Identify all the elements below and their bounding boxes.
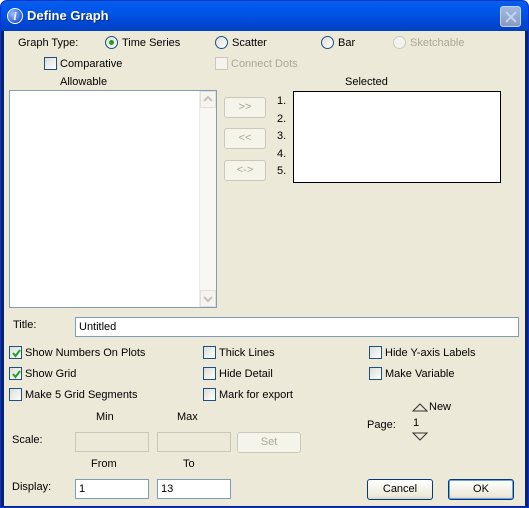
ok-button[interactable]: OK [448, 479, 514, 500]
connect-dots-label: Connect Dots [231, 58, 298, 70]
comparative-checkbox[interactable] [44, 57, 57, 70]
chevron-down-icon [203, 296, 213, 303]
radio-time-series-label: Time Series [122, 37, 181, 49]
define-graph-dialog: i Define Graph Graph Type: Time Series S… [0, 0, 529, 508]
radio-scatter-label: Scatter [232, 37, 267, 49]
connect-dots-checkbox[interactable] [215, 57, 228, 70]
title-field-label: Title: [13, 319, 37, 331]
show-numbers-checkbox[interactable] [9, 346, 22, 359]
hide-detail-label: Hide Detail [219, 368, 273, 380]
comparative-label: Comparative [60, 58, 123, 70]
scroll-up-button[interactable] [200, 91, 216, 108]
display-from-label: From [91, 458, 117, 470]
mark-for-export-checkbox[interactable] [203, 388, 216, 401]
selected-number-3: 3. [277, 130, 287, 142]
title-bar[interactable]: i Define Graph [1, 1, 528, 31]
info-icon: i [7, 8, 23, 24]
scale-label: Scale: [12, 434, 43, 446]
display-label: Display: [12, 481, 52, 493]
allowable-label: Allowable [60, 76, 108, 88]
radio-bar[interactable] [321, 36, 334, 49]
show-grid-checkbox[interactable] [9, 367, 22, 380]
cancel-button[interactable]: Cancel [367, 479, 433, 500]
thick-lines-label: Thick Lines [219, 347, 275, 359]
dialog-body: Graph Type: Time Series Scatter Bar Sket… [4, 31, 525, 506]
five-grid-segments-label: Make 5 Grid Segments [25, 389, 138, 401]
graph-type-label: Graph Type: [18, 37, 79, 49]
title-input[interactable]: Untitled [75, 317, 519, 337]
radio-scatter[interactable] [215, 36, 228, 49]
close-icon [505, 11, 517, 23]
scale-min-label: Min [96, 411, 114, 423]
show-numbers-label: Show Numbers On Plots [25, 347, 146, 359]
hide-y-axis-labels-label: Hide Y-axis Labels [385, 347, 476, 359]
checkmark-icon [12, 370, 21, 379]
make-variable-label: Make Variable [385, 368, 455, 380]
page-label: Page: [367, 419, 396, 431]
hide-y-axis-labels-checkbox[interactable] [369, 346, 382, 359]
add-selected-button[interactable]: >> [224, 97, 266, 118]
display-to-input[interactable]: 13 [157, 479, 231, 499]
selected-number-2: 2. [277, 113, 287, 125]
five-grid-segments-checkbox[interactable] [9, 388, 22, 401]
scale-min-input[interactable] [75, 432, 149, 452]
radio-bar-label: Bar [338, 37, 356, 49]
scale-max-label: Max [177, 411, 198, 423]
page-down-button[interactable] [411, 432, 429, 444]
radio-sketchable[interactable] [393, 36, 406, 49]
thick-lines-checkbox[interactable] [203, 346, 216, 359]
radio-sketchable-label: Sketchable [410, 37, 465, 49]
selected-number-5: 5. [277, 165, 287, 177]
window-title: Define Graph [27, 8, 109, 23]
page-number: 1 [413, 417, 420, 429]
remove-selected-button[interactable]: << [224, 128, 266, 149]
scroll-down-button[interactable] [200, 290, 216, 307]
mark-for-export-label: Mark for export [219, 389, 293, 401]
allowable-scrollbar[interactable] [199, 91, 216, 307]
selected-number-4: 4. [277, 148, 287, 160]
page-up-button[interactable] [411, 403, 429, 415]
triangle-down-icon [411, 432, 429, 441]
selected-number-1: 1. [277, 95, 287, 107]
hide-detail-checkbox[interactable] [203, 367, 216, 380]
display-to-label: To [183, 458, 195, 470]
triangle-up-icon [411, 403, 429, 412]
close-button[interactable] [500, 6, 521, 27]
allowable-list[interactable] [9, 90, 217, 308]
selected-list[interactable] [293, 91, 501, 183]
page-new-label: New [429, 401, 452, 413]
radio-time-series[interactable] [105, 36, 118, 49]
make-variable-checkbox[interactable] [369, 367, 382, 380]
swap-selected-button[interactable]: <-> [224, 160, 266, 181]
display-from-input[interactable]: 1 [75, 479, 149, 499]
chevron-up-icon [203, 95, 213, 102]
scale-max-input[interactable] [157, 432, 231, 452]
show-grid-label: Show Grid [25, 368, 77, 380]
selected-label: Selected [345, 76, 388, 88]
scale-set-button[interactable]: Set [237, 432, 301, 453]
checkmark-icon [12, 349, 21, 358]
